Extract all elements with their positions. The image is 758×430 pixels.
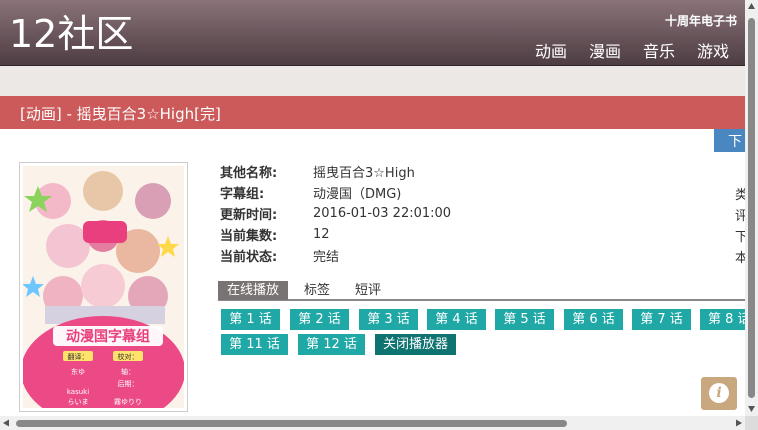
- episode-button-1[interactable]: 第 1 话: [221, 309, 280, 330]
- info-value: 12: [313, 227, 330, 242]
- spacer-bar: [0, 66, 745, 96]
- poster-credit-name-4: 霧ゆりり: [114, 398, 142, 406]
- page: 12社区 十周年电子书 动画 漫画 音乐 游戏 [动画] - 摇曳百合3☆Hig…: [0, 0, 758, 430]
- vertical-scroll-thumb[interactable]: [748, 18, 755, 398]
- episode-button-4[interactable]: 第 4 话: [427, 309, 486, 330]
- info-value: 完结: [313, 250, 340, 265]
- site-header: 12社区 十周年电子书 动画 漫画 音乐 游戏: [0, 0, 745, 66]
- poster-credit-translate: 翻译：: [68, 352, 89, 361]
- scrollbar-corner: [745, 416, 758, 430]
- tab-tags[interactable]: 标签: [304, 281, 330, 300]
- tab-short-review[interactable]: 短评: [355, 281, 381, 300]
- nav-item-anime[interactable]: 动画: [535, 38, 567, 62]
- episode-button-6[interactable]: 第 6 话: [564, 309, 623, 330]
- info-row-status: 当前状态: 完结: [220, 245, 451, 266]
- info-label: 更新时间:: [220, 208, 278, 223]
- episode-button-3[interactable]: 第 3 话: [359, 309, 418, 330]
- download-tab[interactable]: 下: [714, 129, 745, 152]
- info-icon: i: [709, 383, 729, 403]
- info-row-alt-name: 其他名称: 摇曳百合3☆High: [220, 161, 451, 182]
- poster-credit-timing: 轴：: [121, 367, 135, 376]
- nav-item-games[interactable]: 游戏: [697, 38, 729, 62]
- page-title: [动画] - 摇曳百合3☆High[完]: [20, 105, 221, 123]
- info-row-updated: 更新时间: 2016-01-03 22:01:00: [220, 203, 451, 224]
- info-label: 当前状态:: [220, 250, 278, 265]
- info-value: 2016-01-03 22:01:00: [313, 206, 452, 221]
- episode-button-5[interactable]: 第 5 话: [495, 309, 554, 330]
- page-title-bar: [动画] - 摇曳百合3☆High[完]: [0, 96, 745, 129]
- nav-item-manga[interactable]: 漫画: [589, 38, 621, 62]
- poster-banner-text: 动漫国字幕组: [66, 328, 150, 345]
- info-value[interactable]: 动漫国（DMG): [313, 183, 401, 202]
- ebook-link[interactable]: 十周年电子书: [665, 12, 737, 29]
- episode-button-7[interactable]: 第 7 话: [632, 309, 691, 330]
- episode-button-11[interactable]: 第 11 话: [221, 334, 288, 355]
- info-row-subgroup: 字幕组: 动漫国（DMG): [220, 182, 451, 203]
- info-button[interactable]: i: [701, 377, 737, 410]
- poster-credit-proof: 校对：: [118, 352, 139, 361]
- poster-illustration: 动漫国字幕组 翻译： 校对： kasuki 东ゆ 轴： 后期： らいま 霧ゆりり: [23, 166, 184, 408]
- episode-button-2[interactable]: 第 2 话: [290, 309, 349, 330]
- tab-online-play[interactable]: 在线播放: [218, 281, 289, 300]
- horizontal-scroll-thumb[interactable]: [16, 420, 567, 427]
- poster-credit-name-1: kasuki: [67, 388, 89, 396]
- content-tabs: 在线播放 标签 短评: [218, 281, 745, 301]
- poster-image: 动漫国字幕组 翻译： 校对： kasuki 东ゆ 轴： 后期： らいま 霧ゆりり: [23, 166, 184, 408]
- poster-credit-post: 后期：: [118, 379, 139, 388]
- horizontal-scrollbar[interactable]: [0, 416, 745, 430]
- info-label: 字幕组:: [220, 187, 265, 202]
- main-nav: 动画 漫画 音乐 游戏: [535, 38, 729, 62]
- poster-credit-name-3: らいま: [68, 398, 89, 406]
- info-value: 摇曳百合3☆High: [313, 166, 415, 181]
- episode-button-8[interactable]: 第 8 话: [700, 309, 745, 330]
- nav-item-music[interactable]: 音乐: [643, 38, 675, 62]
- episode-button-12[interactable]: 第 12 话: [298, 334, 365, 355]
- anime-info: 其他名称: 摇曳百合3☆High 字幕组: 动漫国（DMG) 更新时间: 201…: [220, 161, 451, 266]
- info-label: 其他名称:: [220, 166, 278, 181]
- site-logo[interactable]: 12社区: [9, 12, 133, 56]
- poster-credit-name-2: 东ゆ: [71, 367, 85, 376]
- anime-poster[interactable]: 动漫国字幕组 翻译： 校对： kasuki 东ゆ 轴： 后期： らいま 霧ゆりり: [19, 162, 188, 412]
- info-row-episodes: 当前集数: 12: [220, 224, 451, 245]
- vertical-scrollbar[interactable]: [745, 0, 758, 416]
- info-label: 当前集数:: [220, 229, 278, 244]
- close-player-button[interactable]: 关闭播放器: [375, 334, 456, 355]
